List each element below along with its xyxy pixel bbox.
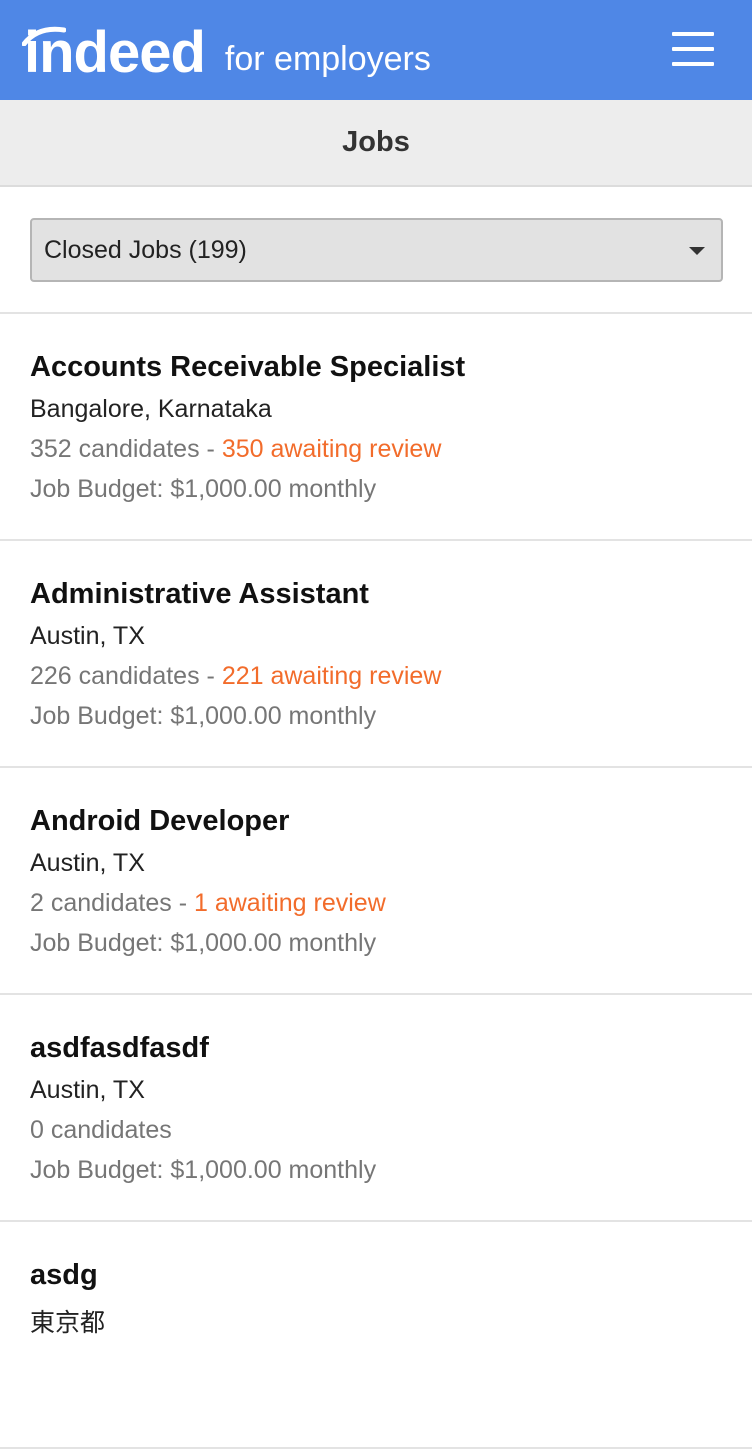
job-list-item[interactable]: Accounts Receivable Specialist Bangalore… <box>0 314 752 541</box>
job-location: Austin, TX <box>30 849 145 877</box>
app-header: indeed for employers <box>0 0 752 100</box>
job-candidates-separator: - <box>199 662 222 690</box>
job-list-item[interactable]: Administrative Assistant Austin, TX 226 … <box>0 541 752 768</box>
job-location: 東京都 <box>30 1309 106 1337</box>
job-budget: Job Budget: $1,000.00 monthly <box>30 475 377 503</box>
job-candidates-line: 226 candidates - 221 awaiting review <box>30 662 441 691</box>
menu-bar <box>672 47 714 51</box>
page-title-bar: Jobs <box>0 100 752 187</box>
job-candidates-count: 0 candidates <box>30 1116 172 1144</box>
job-candidates-separator: - <box>171 889 194 917</box>
job-candidates-count: 352 candidates <box>30 435 200 463</box>
menu-bar <box>672 62 714 66</box>
job-location: Austin, TX <box>30 622 145 650</box>
menu-bar <box>672 32 714 36</box>
job-candidates-line: 352 candidates - 350 awaiting review <box>30 435 441 464</box>
job-status-select[interactable]: Closed Jobs (199) <box>30 218 723 282</box>
job-candidates-count: 2 candidates <box>30 889 172 917</box>
logo-arc-icon <box>22 26 66 46</box>
job-awaiting-review-link[interactable]: 350 awaiting review <box>222 435 442 463</box>
job-budget: Job Budget: $1,000.00 monthly <box>30 702 377 730</box>
job-awaiting-review-link[interactable]: 1 awaiting review <box>194 889 386 917</box>
job-candidates-line: 2 candidates - 1 awaiting review <box>30 889 386 918</box>
indeed-logo[interactable]: indeed for employers <box>22 18 431 82</box>
hamburger-menu-icon[interactable] <box>672 32 714 68</box>
job-title[interactable]: asdg <box>30 1259 98 1292</box>
chevron-down-icon <box>689 247 705 255</box>
logo-subtitle: for employers <box>224 40 431 78</box>
job-budget: Job Budget: $1,000.00 monthly <box>30 929 377 957</box>
job-list-item[interactable]: asdfasdfasdf Austin, TX 0 candidates Job… <box>0 995 752 1222</box>
page-title: Jobs <box>342 126 410 158</box>
job-list-item[interactable]: Android Developer Austin, TX 2 candidate… <box>0 768 752 995</box>
job-awaiting-review-link[interactable]: 221 awaiting review <box>222 662 442 690</box>
job-budget: Job Budget: $1,000.00 monthly <box>30 1156 377 1184</box>
job-status-selected: Closed Jobs (199) <box>44 236 247 264</box>
job-filter-area: Closed Jobs (199) <box>0 187 752 314</box>
job-title[interactable]: Accounts Receivable Specialist <box>30 351 465 384</box>
job-candidates-line: 0 candidates <box>30 1116 172 1145</box>
job-title[interactable]: Android Developer <box>30 805 289 838</box>
job-candidates-count: 226 candidates <box>30 662 200 690</box>
job-list: Accounts Receivable Specialist Bangalore… <box>0 314 752 1449</box>
job-location: Bangalore, Karnataka <box>30 395 272 423</box>
job-list-item[interactable]: asdg 東京都 <box>0 1222 752 1449</box>
job-title[interactable]: asdfasdfasdf <box>30 1032 209 1065</box>
job-location: Austin, TX <box>30 1076 145 1104</box>
logo-wordmark: indeed <box>22 24 206 82</box>
job-title[interactable]: Administrative Assistant <box>30 578 369 611</box>
job-candidates-separator: - <box>199 435 222 463</box>
